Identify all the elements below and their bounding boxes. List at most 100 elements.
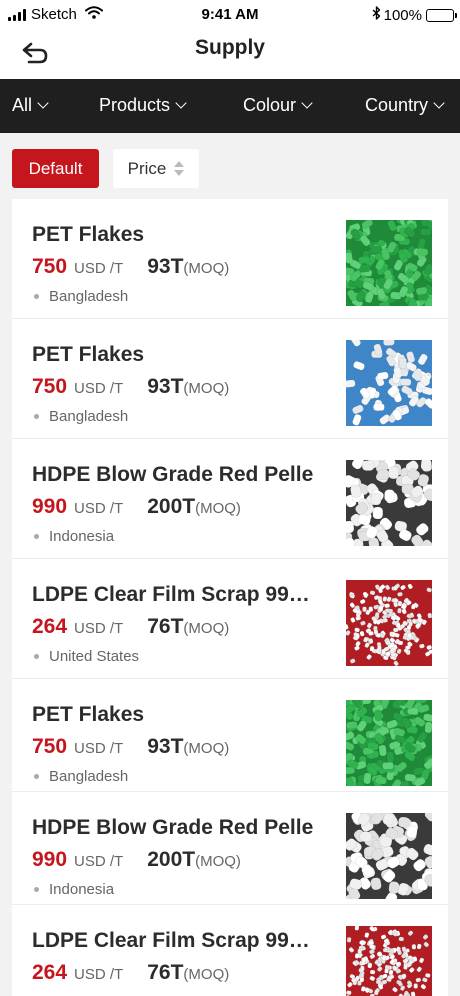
price-unit: USD /T — [74, 500, 124, 517]
price-unit: USD /T — [74, 740, 124, 757]
filter-country-label: Country — [365, 95, 429, 115]
product-image[interactable] — [346, 700, 432, 786]
product-name: PET Flakes — [32, 343, 145, 366]
product-price: 264 — [32, 615, 68, 638]
product-image[interactable] — [346, 460, 432, 546]
product-country: Bangladesh — [49, 408, 129, 425]
price-unit: USD /T — [74, 966, 124, 983]
product-moq: 93T — [147, 735, 184, 758]
price-line: 264 USD /T 76T (MOQ) — [32, 615, 229, 639]
product-image[interactable] — [346, 580, 432, 666]
product-price: 750 — [32, 375, 68, 398]
product-moq: 76T — [147, 615, 184, 638]
bluetooth-icon — [372, 6, 381, 24]
product-item[interactable]: LDPE Clear Film Scrap 99… 264 USD /T 76T (MO… — [12, 559, 448, 679]
moq-label: (MOQ) — [183, 966, 230, 983]
chevron-down-icon — [433, 97, 445, 109]
bullet-dot-icon — [34, 534, 39, 539]
product-item[interactable]: PET Flakes 750 USD /T 93T (MOQ) Bangladesh — [12, 679, 448, 792]
product-country: Indonesia — [49, 881, 115, 898]
moq-label: (MOQ) — [183, 380, 230, 397]
sort-price-label: Price — [127, 158, 167, 178]
product-price: 750 — [32, 735, 68, 758]
product-country: Bangladesh — [49, 288, 129, 305]
product-name: HDPE Blow Grade Red Pelle — [32, 463, 314, 486]
price-unit: USD /T — [74, 853, 124, 870]
filter-products[interactable]: Products — [99, 95, 187, 116]
filter-all[interactable]: All — [12, 95, 49, 116]
product-image[interactable] — [346, 813, 432, 899]
bullet-dot-icon — [34, 774, 39, 779]
chevron-down-icon — [175, 97, 187, 109]
product-country: Indonesia — [49, 528, 115, 545]
product-price: 990 — [32, 495, 68, 518]
country-line: Bangladesh — [32, 408, 128, 425]
product-price: 264 — [32, 961, 68, 984]
product-price: 990 — [32, 848, 68, 871]
product-item[interactable]: LDPE Clear Film Scrap 99… 264 USD /T 76T (MO… — [12, 905, 448, 996]
country-line: Indonesia — [32, 881, 114, 898]
nav-header: Supply — [0, 30, 460, 79]
battery-percent: 100% — [383, 6, 422, 24]
moq-label: (MOQ) — [183, 740, 230, 757]
price-line: 750 USD /T 93T (MOQ) — [32, 255, 229, 279]
country-line: Bangladesh — [32, 288, 128, 305]
price-line: 264 USD /T 76T (MOQ) — [32, 961, 229, 985]
page-title: Supply — [194, 36, 265, 59]
moq-label: (MOQ) — [195, 500, 241, 517]
moq-label: (MOQ) — [183, 260, 230, 277]
product-name: PET Flakes — [32, 703, 145, 726]
product-moq: 200T — [147, 848, 196, 871]
product-country: Bangladesh — [49, 768, 129, 785]
price-line: 750 USD /T 93T (MOQ) — [32, 735, 229, 759]
product-moq: 76T — [147, 961, 184, 984]
bullet-dot-icon — [34, 414, 39, 419]
sort-arrows-icon — [174, 161, 185, 176]
status-bar: Sketch 9:41 AM 100% — [0, 0, 460, 30]
price-line: 750 USD /T 93T (MOQ) — [32, 375, 229, 399]
product-image[interactable] — [346, 926, 432, 996]
product-price: 750 — [32, 255, 68, 278]
price-line: 990 USD /T 200T (MOQ) — [32, 848, 241, 872]
chevron-down-icon — [37, 97, 49, 109]
filter-products-label: Products — [99, 95, 171, 115]
filter-colour[interactable]: Colour — [243, 95, 313, 116]
product-list: PET Flakes 750 USD /T 93T (MOQ) Bangladesh PET… — [12, 199, 448, 996]
product-image[interactable] — [346, 220, 432, 306]
price-unit: USD /T — [74, 380, 124, 397]
filter-bar: All Products Colour Country — [0, 79, 460, 133]
country-line: United States — [32, 648, 139, 665]
moq-label: (MOQ) — [195, 853, 241, 870]
product-item[interactable]: PET Flakes 750 USD /T 93T (MOQ) Bangladesh — [12, 319, 448, 439]
product-moq: 93T — [147, 255, 184, 278]
product-item[interactable]: PET Flakes 750 USD /T 93T (MOQ) Bangladesh — [12, 199, 448, 319]
product-country: United States — [49, 648, 140, 665]
country-line: Bangladesh — [32, 768, 128, 785]
status-right: 100% — [372, 6, 457, 24]
filter-country[interactable]: Country — [365, 95, 445, 116]
sort-default-button[interactable]: Default — [12, 149, 99, 188]
bullet-dot-icon — [34, 654, 39, 659]
product-name: LDPE Clear Film Scrap 99… — [32, 929, 310, 952]
product-item[interactable]: HDPE Blow Grade Red Pelle 990 USD /T 200T (M… — [12, 439, 448, 559]
product-image[interactable] — [346, 340, 432, 426]
moq-label: (MOQ) — [183, 620, 230, 637]
sort-row: Default Price — [0, 133, 460, 197]
product-name: PET Flakes — [32, 223, 145, 246]
product-name: HDPE Blow Grade Red Pelle — [32, 816, 314, 839]
filter-all-label: All — [12, 95, 33, 115]
filter-colour-label: Colour — [243, 95, 297, 115]
bullet-dot-icon — [34, 887, 39, 892]
sort-price-button[interactable]: Price — [113, 149, 199, 188]
price-unit: USD /T — [74, 260, 124, 277]
chevron-down-icon — [301, 97, 313, 109]
product-moq: 93T — [147, 375, 184, 398]
product-name: LDPE Clear Film Scrap 99… — [32, 583, 310, 606]
product-item[interactable]: HDPE Blow Grade Red Pelle 990 USD /T 200T (M… — [12, 792, 448, 905]
product-moq: 200T — [147, 495, 196, 518]
battery-icon — [426, 8, 457, 22]
country-line: Indonesia — [32, 528, 114, 545]
bullet-dot-icon — [34, 294, 39, 299]
price-line: 990 USD /T 200T (MOQ) — [32, 495, 241, 519]
price-unit: USD /T — [74, 620, 124, 637]
